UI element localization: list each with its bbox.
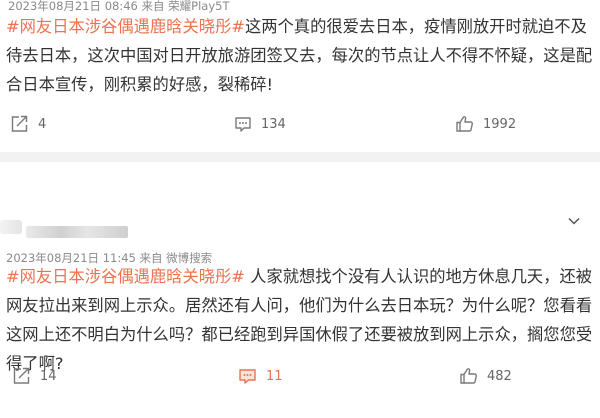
post-divider <box>0 152 600 162</box>
post-1-comment-button[interactable]: 134 <box>234 112 286 136</box>
post-1-comment-count: 134 <box>261 116 286 132</box>
post-2-hashtag[interactable]: #网友日本涉谷偶遇鹿晗关晓彤# <box>6 267 245 286</box>
post-2-like-count: 482 <box>487 368 512 384</box>
post-2-actions: 14 11 482 <box>0 364 600 388</box>
post-2-comment-count: 11 <box>266 368 283 384</box>
post-2-user-row <box>0 204 600 238</box>
post-1-actions: 4 134 1992 <box>0 112 600 136</box>
post-1-like-button[interactable]: 1992 <box>455 112 516 136</box>
post-2-share-count: 14 <box>40 368 57 384</box>
post-2-share-button[interactable]: 14 <box>12 364 57 388</box>
post-2-content: #网友日本涉谷偶遇鹿晗关晓彤# 人家就想找个没有人认识的地方休息几天，还被网友拉… <box>6 262 596 378</box>
post-1-share-button[interactable]: 4 <box>10 112 46 136</box>
share-icon <box>13 367 30 384</box>
like-icon <box>456 116 473 132</box>
post-1-like-count: 1992 <box>483 116 517 132</box>
chevron-down-icon[interactable] <box>565 212 583 230</box>
comment-icon <box>239 369 256 384</box>
post-1-content: #网友日本涉谷偶遇鹿晗关晓彤#这两个真的很爱去日本，疫情刚放开时就迫不及待去日本… <box>6 12 596 99</box>
username-redacted[interactable] <box>26 226 128 238</box>
post-2-comment-button[interactable]: 11 <box>238 364 283 388</box>
post-1-hashtag[interactable]: #网友日本涉谷偶遇鹿晗关晓彤# <box>6 17 245 36</box>
comment-icon <box>235 117 251 132</box>
avatar[interactable] <box>0 220 22 234</box>
share-icon <box>11 115 28 132</box>
like-icon <box>460 368 477 384</box>
post-2-like-button[interactable]: 482 <box>459 364 512 388</box>
post-1-share-count: 4 <box>38 116 47 132</box>
